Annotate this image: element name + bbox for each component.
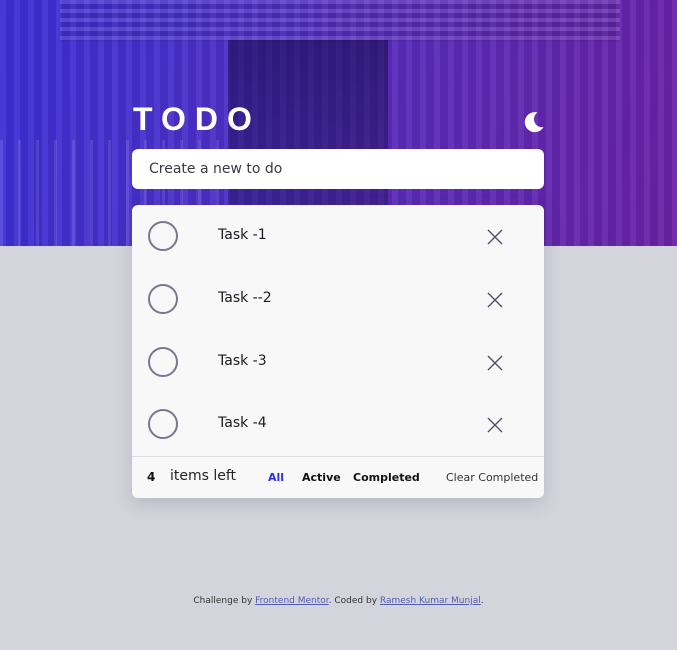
task-label: Task -1 [218,227,267,243]
moon-icon [524,112,544,133]
task-label: Task -3 [218,353,267,369]
attribution-suffix: . [480,596,484,606]
complete-checkbox[interactable] [148,221,178,251]
complete-checkbox[interactable] [148,284,178,314]
todo-list: Task -1 Task --2 Task -3 Task -4 4 items… [132,205,544,498]
close-icon[interactable] [486,416,504,434]
list-item: Task -4 [132,394,544,456]
filter-completed-button[interactable]: Completed [353,471,420,484]
app-title: TODO [133,101,261,137]
task-label: Task -4 [218,415,267,431]
new-todo-field[interactable] [132,149,544,189]
author-link[interactable]: Ramesh Kumar Munjal [380,596,481,606]
hero-ceiling [60,0,620,42]
close-icon[interactable] [486,291,504,309]
items-left-count: 4 [147,470,156,484]
filter-active-button[interactable]: Active [302,471,341,484]
attribution-prefix: Challenge by [193,596,256,606]
filter-all-button[interactable]: All [268,471,284,484]
attribution: Challenge by Frontend Mentor. Coded by R… [0,596,677,606]
attribution-middle: . Coded by [328,596,380,606]
complete-checkbox[interactable] [148,409,178,439]
close-icon[interactable] [486,228,504,246]
list-item: Task -3 [132,332,544,394]
items-left-label: items left [170,468,237,484]
list-footer: 4 items left All Active Completed Clear … [132,456,544,498]
theme-toggle-button[interactable] [522,110,546,134]
complete-checkbox[interactable] [148,347,178,377]
list-item: Task --2 [132,269,544,331]
list-item: Task -1 [132,206,544,268]
new-todo-input[interactable] [147,160,531,178]
task-label: Task --2 [218,290,272,306]
clear-completed-button[interactable]: Clear Completed [446,471,538,484]
close-icon[interactable] [486,354,504,372]
frontend-mentor-link[interactable]: Frontend Mentor [255,596,329,606]
